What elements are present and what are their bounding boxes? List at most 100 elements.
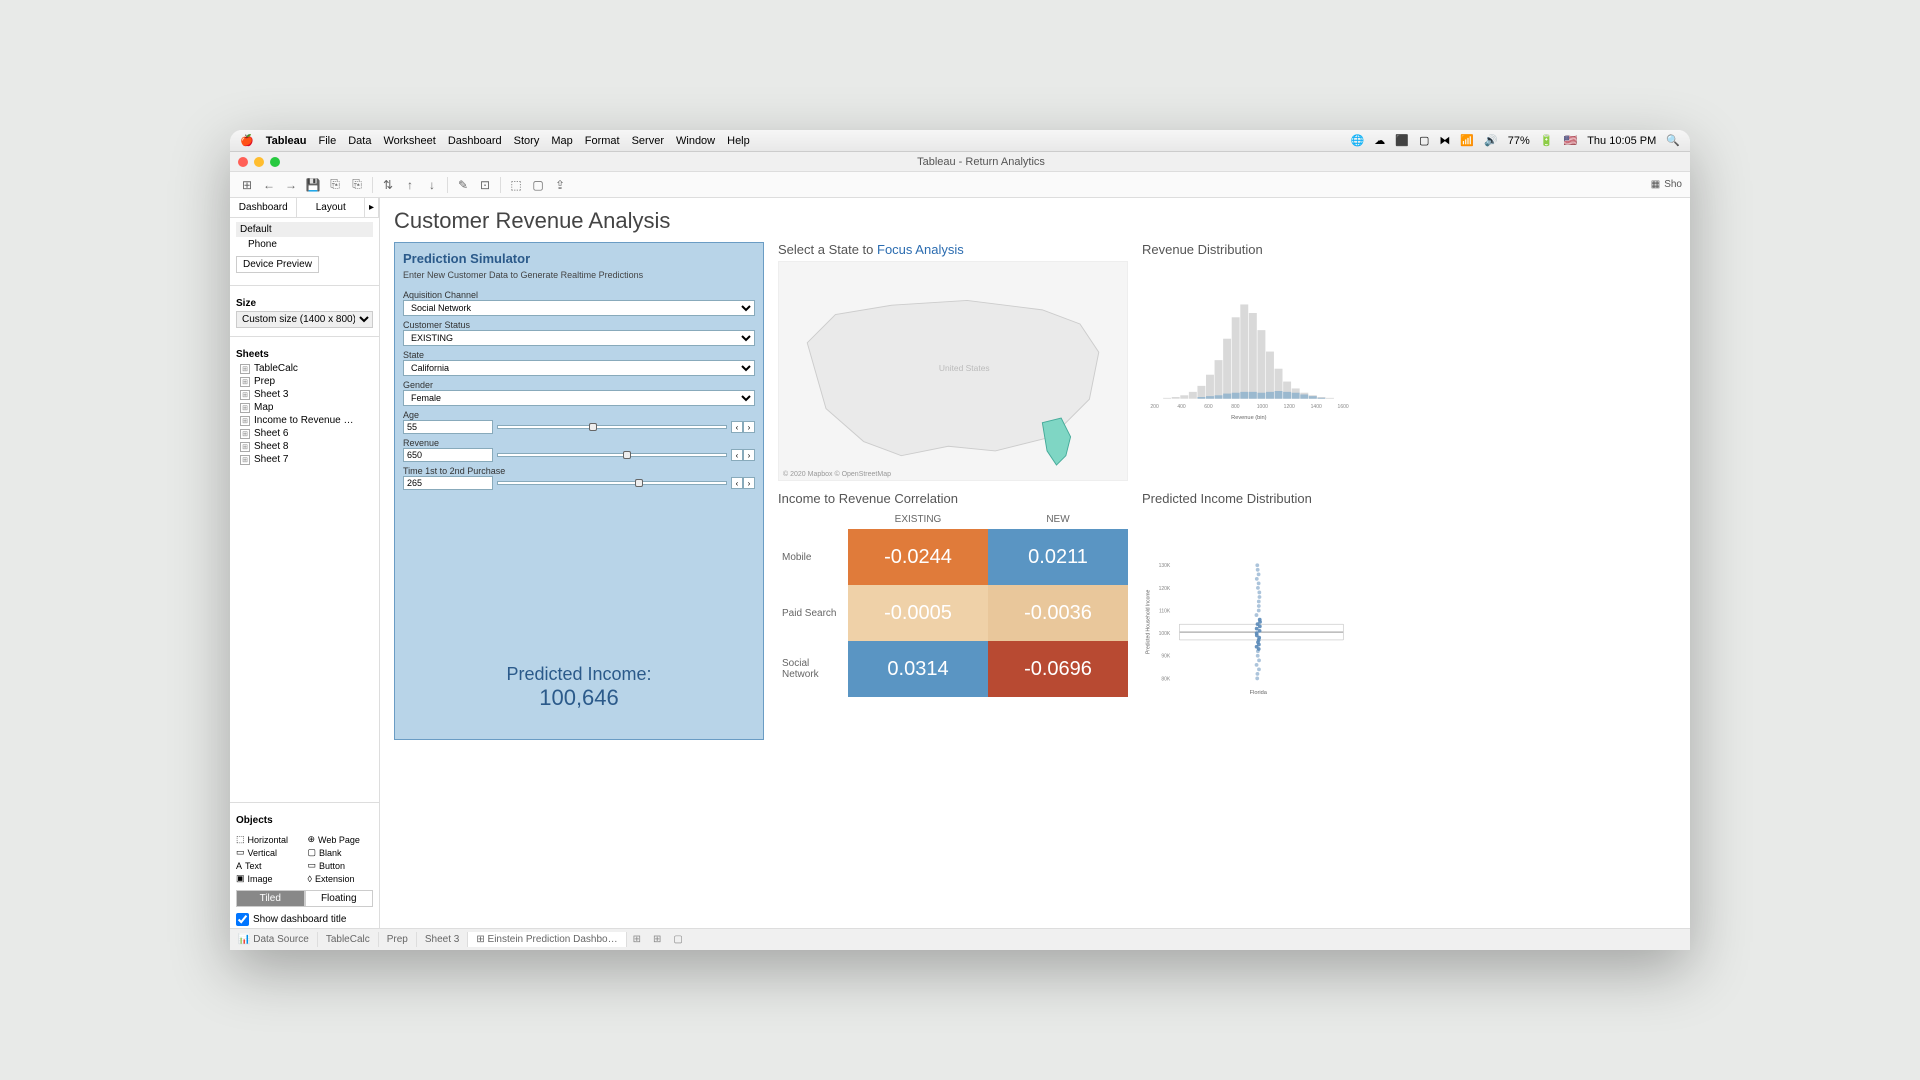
sheet-item[interactable]: ⊞Income to Revenue … (236, 414, 373, 427)
menu-worksheet[interactable]: Worksheet (383, 135, 435, 147)
sort-desc-icon[interactable]: ↓ (423, 176, 441, 194)
tab-more-icon[interactable]: ▸ (365, 198, 379, 217)
status-wifi-icon[interactable]: 📶 (1460, 134, 1474, 147)
time-down-icon[interactable]: ‹ (731, 477, 743, 489)
revenue-slider[interactable] (497, 453, 727, 457)
device-preview-button[interactable]: Device Preview (236, 256, 319, 273)
show-title-input[interactable] (236, 913, 249, 926)
swap-icon[interactable]: ⇅ (379, 176, 397, 194)
time-input[interactable] (403, 476, 493, 490)
new-story-tab-icon[interactable]: ▢ (667, 932, 688, 947)
status-spotlight-icon[interactable]: 🔍 (1666, 134, 1680, 147)
maximize-window-icon[interactable] (270, 157, 280, 167)
age-down-icon[interactable]: ‹ (731, 421, 743, 433)
status-volume-icon[interactable]: 🔊 (1484, 134, 1498, 147)
object-item[interactable]: ⬚Horizontal (236, 834, 302, 845)
sheet-item[interactable]: ⊞Sheet 8 (236, 440, 373, 453)
presentation-icon[interactable]: ▢ (529, 176, 547, 194)
acquisition-select[interactable]: Social Network (403, 300, 755, 316)
object-item[interactable]: ▢Blank (308, 847, 374, 858)
object-item[interactable]: ▭Button (308, 860, 374, 871)
floating-toggle[interactable]: Floating (305, 890, 374, 907)
revenue-down-icon[interactable]: ‹ (731, 449, 743, 461)
object-item[interactable]: ▣Image (236, 873, 302, 884)
revenue-up-icon[interactable]: › (743, 449, 755, 461)
age-input[interactable] (403, 420, 493, 434)
sheet-item[interactable]: ⊞Map (236, 401, 373, 414)
heatmap-cell[interactable]: -0.0005 (848, 585, 988, 641)
sheet-item[interactable]: ⊞Sheet 7 (236, 453, 373, 466)
correlation-heatmap[interactable]: EXISTINGNEWMobile-0.02440.0211Paid Searc… (778, 510, 1128, 697)
show-title-checkbox[interactable]: Show dashboard title (230, 911, 379, 928)
tab-layout[interactable]: Layout (297, 198, 364, 217)
tiled-toggle[interactable]: Tiled (236, 890, 305, 907)
tab-dashboard[interactable]: Dashboard (230, 198, 297, 217)
menu-help[interactable]: Help (727, 135, 750, 147)
status-clock[interactable]: Thu 10:05 PM (1587, 135, 1656, 147)
group-icon[interactable]: ⊡ (476, 176, 494, 194)
menu-story[interactable]: Story (514, 135, 540, 147)
revenue-input[interactable] (403, 448, 493, 462)
object-item[interactable]: ⊕Web Page (308, 834, 374, 845)
status-globe-icon[interactable]: 🌐 (1351, 134, 1365, 147)
heatmap-cell[interactable]: -0.0244 (848, 529, 988, 585)
sheet-item[interactable]: ⊞Sheet 3 (236, 388, 373, 401)
new-worksheet-tab-icon[interactable]: ⊞ (627, 932, 647, 947)
menu-file[interactable]: File (318, 135, 336, 147)
apple-menu-icon[interactable]: 🍎 (240, 134, 254, 147)
device-phone[interactable]: Phone (236, 237, 373, 252)
sheet-tab[interactable]: TableCalc (318, 932, 379, 947)
size-select[interactable]: Custom size (1400 x 800) (236, 311, 373, 328)
time-slider[interactable] (497, 481, 727, 485)
object-item[interactable]: ▭Vertical (236, 847, 302, 858)
menu-dashboard[interactable]: Dashboard (448, 135, 502, 147)
status-display-icon[interactable]: ▢ (1419, 134, 1429, 147)
age-up-icon[interactable]: › (743, 421, 755, 433)
back-icon[interactable]: ← (260, 176, 278, 194)
sheet-tab[interactable]: Sheet 3 (417, 932, 468, 947)
status-cloud-icon[interactable]: ☁ (1374, 134, 1385, 147)
sheet-tab-active[interactable]: ⊞ Einstein Prediction Dashbo… (468, 932, 626, 947)
gender-select[interactable]: Female (403, 390, 755, 406)
object-item[interactable]: AText (236, 860, 302, 871)
age-slider[interactable] (497, 425, 727, 429)
menu-window[interactable]: Window (676, 135, 715, 147)
menu-format[interactable]: Format (585, 135, 620, 147)
status-bluetooth-icon[interactable]: ⧓ (1439, 134, 1450, 147)
app-name[interactable]: Tableau (266, 135, 307, 147)
sheet-item[interactable]: ⊞TableCalc (236, 362, 373, 375)
new-datasource-icon[interactable]: ⎘ (326, 176, 344, 194)
datasource-tab[interactable]: 📊 Data Source (230, 932, 318, 947)
device-default[interactable]: Default (236, 222, 373, 237)
new-dashboard-tab-icon[interactable]: ⊞ (647, 932, 667, 947)
show-me-button[interactable]: ▦ Sho (1651, 179, 1682, 190)
tableau-logo-icon[interactable]: ⊞ (238, 176, 256, 194)
heatmap-cell[interactable]: -0.0696 (988, 641, 1128, 697)
forward-icon[interactable]: → (282, 176, 300, 194)
close-window-icon[interactable] (238, 157, 248, 167)
highlight-icon[interactable]: ✎ (454, 176, 472, 194)
menu-map[interactable]: Map (551, 135, 572, 147)
sort-asc-icon[interactable]: ↑ (401, 176, 419, 194)
status-select[interactable]: EXISTING (403, 330, 755, 346)
new-worksheet-icon[interactable]: ⎘ (348, 176, 366, 194)
state-select[interactable]: California (403, 360, 755, 376)
sheet-item[interactable]: ⊞Prep (236, 375, 373, 388)
scatter-chart[interactable]: 80K90K100K110K120K130KPredicted Househol… (1142, 510, 1362, 740)
heatmap-cell[interactable]: -0.0036 (988, 585, 1128, 641)
status-flag-icon[interactable]: 🇺🇸 (1564, 134, 1578, 147)
heatmap-cell[interactable]: 0.0314 (848, 641, 988, 697)
histogram-chart[interactable]: 2004006008001000120014001600Revenue (bin… (1142, 261, 1362, 461)
share-icon[interactable]: ⇪ (551, 176, 569, 194)
menu-server[interactable]: Server (632, 135, 664, 147)
status-app-icon[interactable]: ⬛ (1395, 134, 1409, 147)
florida-state[interactable] (1042, 418, 1070, 465)
menu-data[interactable]: Data (348, 135, 371, 147)
sheet-item[interactable]: ⊞Sheet 6 (236, 427, 373, 440)
sheet-tab[interactable]: Prep (379, 932, 417, 947)
minimize-window-icon[interactable] (254, 157, 264, 167)
status-battery[interactable]: 77% (1508, 135, 1530, 147)
object-item[interactable]: ◊Extension (308, 873, 374, 884)
heatmap-cell[interactable]: 0.0211 (988, 529, 1128, 585)
us-map[interactable]: United States © 2020 Mapbox © OpenStreet… (778, 261, 1128, 481)
